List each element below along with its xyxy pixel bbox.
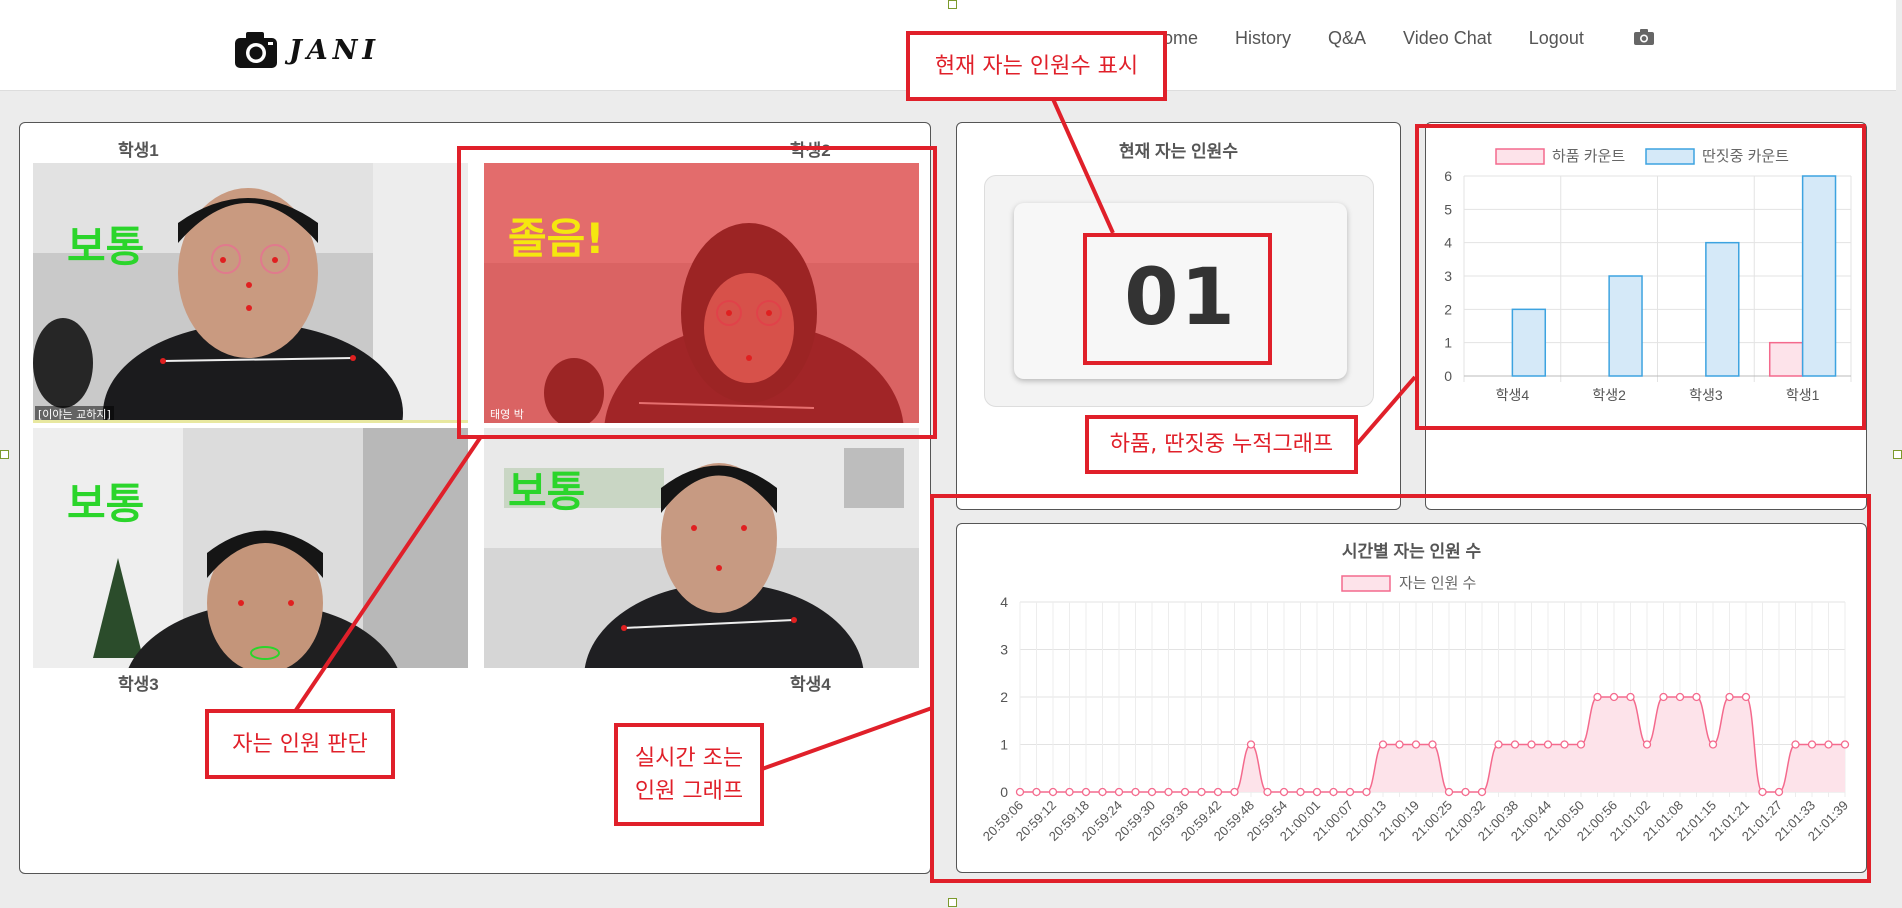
video-feed-student1[interactable]: 보통 [이야는 교하지] — [33, 163, 468, 423]
video-frame — [33, 428, 468, 668]
annotation-bar-label: 하품, 딴짓중 누적그래프 — [1085, 415, 1358, 474]
resize-handle[interactable] — [1893, 450, 1902, 459]
student-label: 학생3 — [118, 675, 159, 694]
brand-name: JANI — [289, 34, 381, 66]
nav-qna[interactable]: Q&A — [1328, 28, 1366, 49]
count-title: 현재 자는 인원수 — [1119, 142, 1238, 161]
nav-video-chat[interactable]: Video Chat — [1403, 28, 1492, 49]
video-feed-student4[interactable]: 보통 — [484, 428, 919, 668]
nav-logout[interactable]: Logout — [1529, 28, 1584, 49]
annotation-highlight-bar-chart — [1415, 124, 1866, 430]
annotation-judge-label: 자는 인원 판단 — [205, 709, 395, 779]
nav-links: Home History Q&A Video Chat Logout — [1150, 28, 1584, 49]
drowsiness-status: 보통 — [508, 467, 586, 516]
nav-history[interactable]: History — [1235, 28, 1291, 49]
annotation-highlight-count — [1083, 233, 1272, 365]
annotation-highlight-line-chart — [930, 494, 1871, 883]
video-frame — [33, 163, 468, 420]
brand-logo[interactable]: JANI — [233, 30, 380, 70]
feed-caption: [이야는 교하지] — [35, 406, 114, 420]
resize-handle[interactable] — [948, 0, 957, 9]
annotation-highlight-student2 — [457, 146, 937, 439]
camera-icon[interactable] — [1633, 28, 1655, 46]
annotation-count-label: 현재 자는 인원수 표시 — [906, 31, 1167, 101]
drowsiness-status: 보통 — [67, 479, 145, 528]
video-feed-student3[interactable]: 보통 — [33, 428, 468, 668]
resize-handle[interactable] — [948, 898, 957, 907]
resize-handle[interactable] — [0, 450, 9, 459]
annotation-realtime-label: 실시간 조는 인원 그래프 — [614, 723, 764, 826]
drowsiness-status: 보통 — [67, 222, 145, 271]
student-label: 학생1 — [118, 141, 159, 160]
student-label: 학생4 — [790, 675, 831, 694]
camera-icon — [235, 32, 277, 68]
